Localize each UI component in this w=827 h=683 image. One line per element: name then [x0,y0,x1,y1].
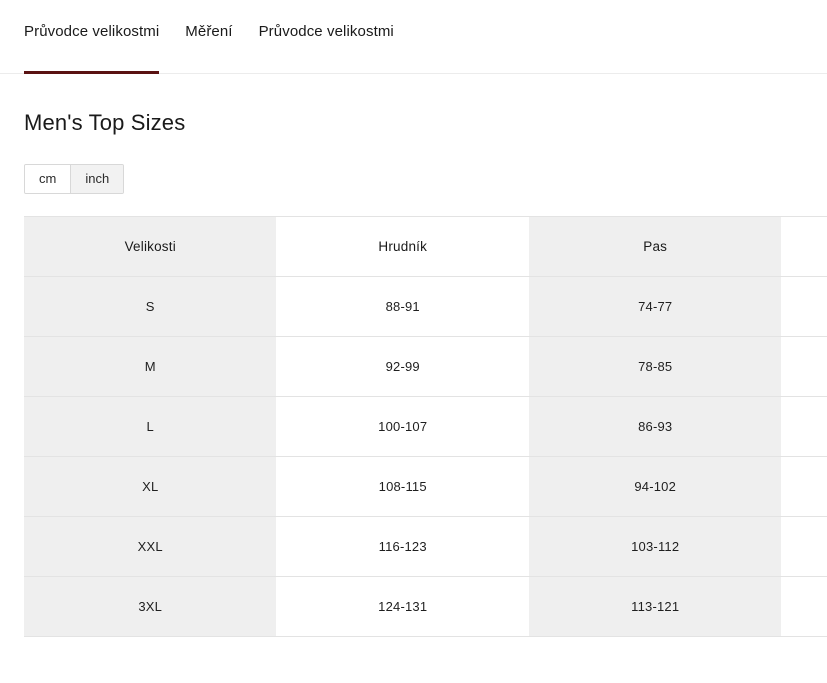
unit-toggle: cm inch [24,164,124,194]
table-header-row: Velikosti Hrudník Pas Bok [24,217,827,277]
tab-mereni[interactable]: Měření [185,0,232,74]
row-size-label: XL [24,457,276,517]
row-size-label: XXL [24,517,276,577]
cell-waist: 94-102 [529,457,781,517]
tab-bar: Průvodce velikostmi Měření Průvodce veli… [0,0,827,74]
cell-hip: 115-122 [781,517,827,577]
table-row: XXL 116-123 103-112 115-122 [24,517,827,577]
cell-chest: 100-107 [276,397,528,457]
size-table-body: S 88-91 74-77 87-90 M 92-99 78-85 91-98 … [24,277,827,637]
size-table-container: Velikosti Hrudník Pas Bok S 88-91 74-77 … [24,216,827,637]
row-size-label: L [24,397,276,457]
table-row: 3XL 124-131 113-121 123-130 [24,577,827,637]
cell-hip: 87-90 [781,277,827,337]
cell-chest: 108-115 [276,457,528,517]
cell-hip: 107-114 [781,457,827,517]
cell-chest: 124-131 [276,577,528,637]
table-row: L 100-107 86-93 99-106 [24,397,827,457]
cell-chest: 88-91 [276,277,528,337]
cell-waist: 113-121 [529,577,781,637]
row-size-label: 3XL [24,577,276,637]
tab-pruvodce-velikostmi-2[interactable]: Průvodce velikostmi [259,0,394,74]
tab-label: Průvodce velikostmi [24,23,159,40]
cell-waist: 74-77 [529,277,781,337]
cell-waist: 103-112 [529,517,781,577]
size-table-head: Velikosti Hrudník Pas Bok [24,217,827,277]
tab-label: Měření [185,23,232,40]
column-header-velikosti: Velikosti [24,217,276,277]
tab-label: Průvodce velikostmi [259,23,394,40]
size-guide-page: Průvodce velikostmi Měření Průvodce veli… [0,0,827,683]
column-header-bok: Bok [781,217,827,277]
cell-waist: 78-85 [529,337,781,397]
unit-button-inch[interactable]: inch [70,165,123,193]
table-row: XL 108-115 94-102 107-114 [24,457,827,517]
cell-hip: 99-106 [781,397,827,457]
page-title: Men's Top Sizes [0,74,827,136]
cell-waist: 86-93 [529,397,781,457]
cell-chest: 116-123 [276,517,528,577]
row-size-label: S [24,277,276,337]
row-size-label: M [24,337,276,397]
tab-pruvodce-velikostmi-1[interactable]: Průvodce velikostmi [24,0,159,74]
column-header-pas: Pas [529,217,781,277]
size-table: Velikosti Hrudník Pas Bok S 88-91 74-77 … [24,216,827,637]
cell-hip: 123-130 [781,577,827,637]
unit-button-cm[interactable]: cm [25,165,70,193]
column-header-hrudnik: Hrudník [276,217,528,277]
table-row: S 88-91 74-77 87-90 [24,277,827,337]
cell-chest: 92-99 [276,337,528,397]
cell-hip: 91-98 [781,337,827,397]
table-row: M 92-99 78-85 91-98 [24,337,827,397]
